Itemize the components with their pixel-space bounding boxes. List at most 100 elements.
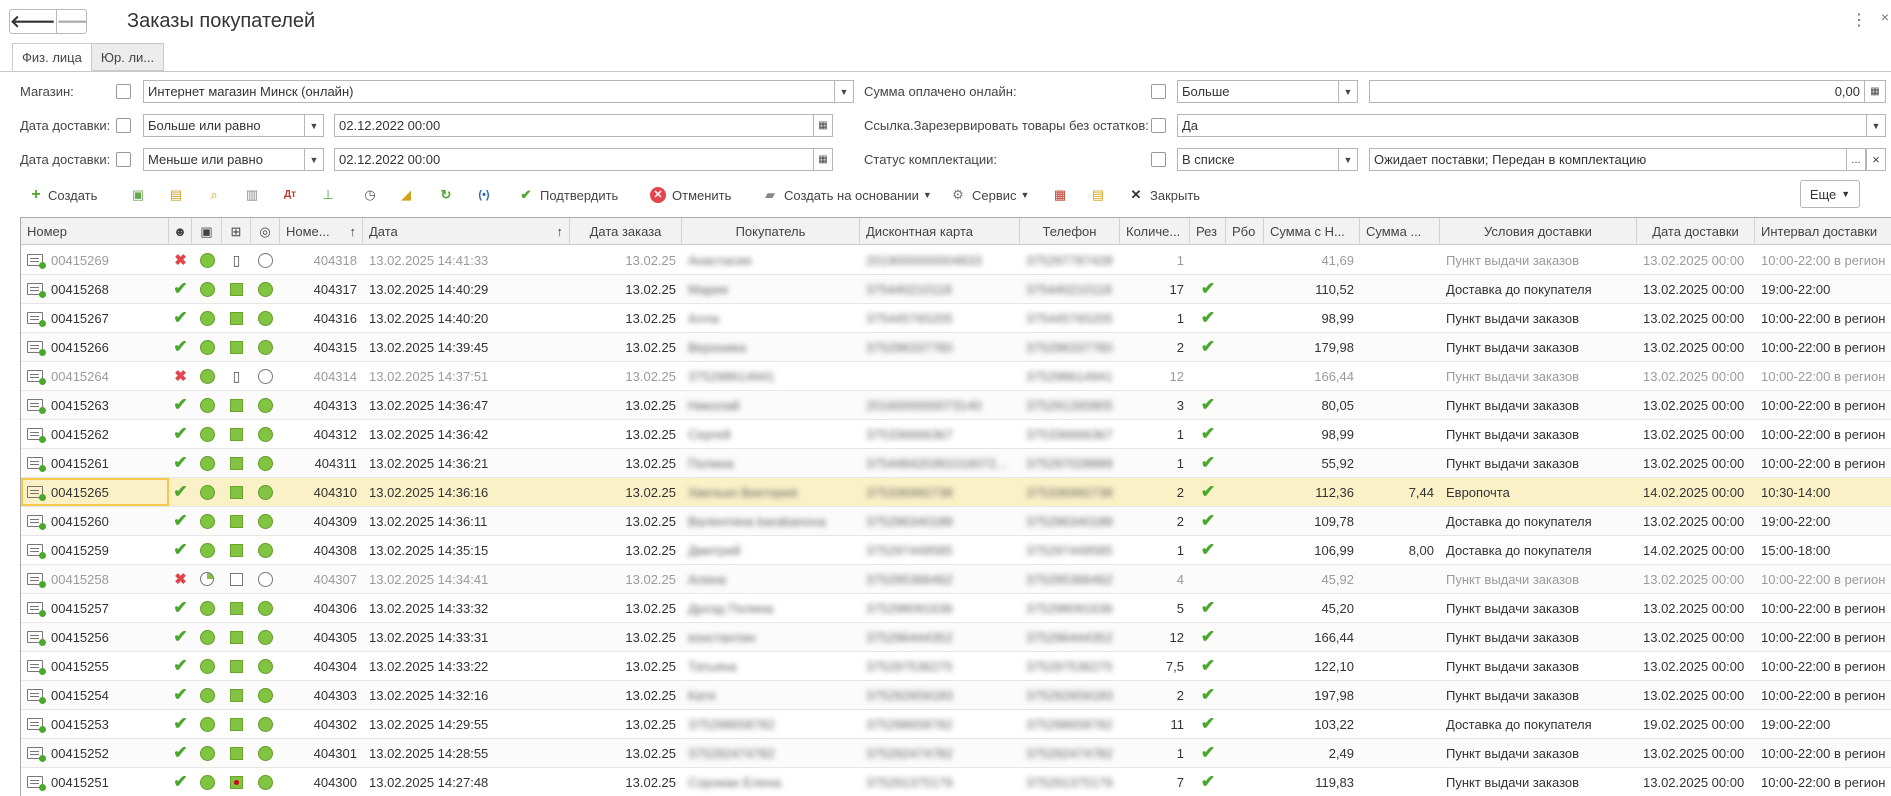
order-number-cell[interactable]: 00415266 bbox=[21, 333, 169, 361]
report-icon[interactable]: ▦ bbox=[1052, 180, 1068, 210]
table-row[interactable]: 00415269 ✖ ▯ 404318 13.02.2025 14:41:33 13.02… bbox=[21, 246, 1891, 275]
filter-status-op[interactable]: В списке bbox=[1177, 148, 1339, 171]
table-row[interactable]: 00415258 ✖ 404307 13.02.2025 14:34:41 13.02.… bbox=[21, 565, 1891, 594]
filter-status-select-button[interactable]: ... bbox=[1846, 148, 1866, 171]
more-actions-icon[interactable]: ⋮ bbox=[1851, 10, 1867, 30]
order-number-cell[interactable]: 00415260 bbox=[21, 507, 169, 535]
col-header-order-date[interactable]: Дата заказа bbox=[570, 218, 682, 245]
confirm-button[interactable]: ✔ Подтвердить bbox=[518, 180, 619, 210]
edit-icon[interactable]: ▤ bbox=[168, 180, 184, 210]
table-row[interactable]: 00415257 ✔ 404306 13.02.2025 14:33:32 13.02.… bbox=[21, 594, 1891, 623]
history-icon[interactable]: ◷ bbox=[362, 180, 378, 210]
table-row[interactable]: 00415263 ✔ 404313 13.02.2025 14:36:47 13.02.… bbox=[21, 391, 1891, 420]
close-button[interactable]: ✕ Закрыть bbox=[1128, 180, 1201, 210]
filter-online-sum-checkbox[interactable] bbox=[1151, 84, 1166, 99]
refresh-icon[interactable]: ↻ bbox=[438, 180, 454, 210]
table-row[interactable]: 00415255 ✔ 404304 13.02.2025 14:33:22 13.02.… bbox=[21, 652, 1891, 681]
filter-online-sum-value[interactable]: 0,00 bbox=[1369, 80, 1865, 103]
print-icon[interactable]: ▥ bbox=[244, 180, 260, 210]
dt-kt-icon[interactable]: Дт bbox=[282, 180, 298, 210]
document-icon[interactable]: ▤ bbox=[1090, 180, 1106, 210]
table-row[interactable]: 00415251 ✔ 404300 13.02.2025 14:27:48 13.02.… bbox=[21, 768, 1891, 796]
service-button[interactable]: ⚙ Сервис ▼ bbox=[950, 180, 1029, 210]
order-number-cell[interactable]: 00415251 bbox=[21, 768, 169, 796]
cancel-button[interactable]: ✕ Отменить bbox=[650, 180, 731, 210]
calculator-icon[interactable]: ▦ bbox=[1864, 80, 1886, 103]
table-row[interactable]: 00415253 ✔ 404302 13.02.2025 14:29:55 13.02.… bbox=[21, 710, 1891, 739]
filter-status-op-dropdown[interactable]: ▼ bbox=[1338, 148, 1358, 171]
exchange-icon[interactable]: (•) bbox=[476, 180, 492, 210]
order-number-cell[interactable]: 00415258 bbox=[21, 565, 169, 593]
filter-store-checkbox[interactable] bbox=[116, 84, 131, 99]
create-based-on-button[interactable]: ▰ Создать на основании ▼ bbox=[762, 180, 932, 210]
calendar-icon[interactable]: ▦ bbox=[813, 114, 833, 137]
col-header-date[interactable]: Дата ↑ bbox=[363, 218, 570, 245]
filter-delivery-date-to-op-dropdown[interactable]: ▼ bbox=[304, 148, 324, 171]
col-header-reserve[interactable]: Рез bbox=[1190, 218, 1226, 245]
filter-reserve-value[interactable]: Да bbox=[1177, 114, 1871, 137]
filter-status-value[interactable]: Ожидает поставки; Передан в комплектацию bbox=[1369, 148, 1847, 171]
col-header-sum2[interactable]: Сумма ... bbox=[1360, 218, 1440, 245]
table-row[interactable]: 00415264 ✖ ▯ 404314 13.02.2025 14:37:51 13.02… bbox=[21, 362, 1891, 391]
filter-store-field[interactable]: Интернет магазин Минск (онлайн) bbox=[143, 80, 835, 103]
create-button[interactable]: + Создать bbox=[28, 180, 97, 210]
order-number-cell[interactable]: 00415252 bbox=[21, 739, 169, 767]
order-number-cell[interactable]: 00415269 bbox=[21, 246, 169, 274]
filter-delivery-date-to-value[interactable]: 02.12.2022 00:00 bbox=[334, 148, 814, 171]
order-number-cell[interactable]: 00415255 bbox=[21, 652, 169, 680]
filter-reserve-checkbox[interactable] bbox=[1151, 118, 1166, 133]
structure-icon[interactable]: ⊥ bbox=[320, 180, 336, 210]
col-header-delivery-conditions[interactable]: Условия доставки bbox=[1440, 218, 1637, 245]
coins-icon[interactable]: ◎ bbox=[251, 218, 280, 245]
col-header-buyer[interactable]: Покупатель bbox=[682, 218, 860, 245]
person-icon[interactable]: ☻ bbox=[169, 218, 192, 245]
filter-store-dropdown[interactable]: ▼ bbox=[834, 80, 854, 103]
col-header-discount-card[interactable]: Дисконтная карта bbox=[860, 218, 1020, 245]
table-row[interactable]: 00415267 ✔ 404316 13.02.2025 14:40:20 13.02.… bbox=[21, 304, 1891, 333]
table-row[interactable]: 00415262 ✔ 404312 13.02.2025 14:36:42 13.02.… bbox=[21, 420, 1891, 449]
filter-status-clear-button[interactable]: × bbox=[1866, 148, 1886, 171]
col-header-rbo[interactable]: Рбо bbox=[1226, 218, 1264, 245]
order-number-cell[interactable]: 00415253 bbox=[21, 710, 169, 738]
order-number-cell[interactable]: 00415261 bbox=[21, 449, 169, 477]
table-row[interactable]: 00415252 ✔ 404301 13.02.2025 14:28:55 13.02.… bbox=[21, 739, 1891, 768]
more-button[interactable]: Еще ▼ bbox=[1800, 180, 1860, 208]
order-number-cell[interactable]: 00415257 bbox=[21, 594, 169, 622]
col-header-number[interactable]: Номер bbox=[21, 218, 169, 245]
filter-delivery-date-from-op[interactable]: Больше или равно bbox=[143, 114, 305, 137]
table-row[interactable]: 00415260 ✔ 404309 13.02.2025 14:36:11 13.02.… bbox=[21, 507, 1891, 536]
table-row[interactable]: 00415266 ✔ 404315 13.02.2025 14:39:45 13.02.… bbox=[21, 333, 1891, 362]
tab-legal-entities[interactable]: Юр. ли... bbox=[90, 43, 165, 71]
col-header-delivery-interval[interactable]: Интервал доставки bbox=[1755, 218, 1891, 245]
table-row[interactable]: 00415259 ✔ 404308 13.02.2025 14:35:15 13.02.… bbox=[21, 536, 1891, 565]
order-number-cell[interactable]: 00415259 bbox=[21, 536, 169, 564]
table-row[interactable]: 00415261 ✔ 404311 13.02.2025 14:36:21 13.02.… bbox=[21, 449, 1891, 478]
cart-icon[interactable]: ⊞ bbox=[222, 218, 251, 245]
filter-delivery-date-from-op-dropdown[interactable]: ▼ bbox=[304, 114, 324, 137]
col-header-sum-vat[interactable]: Сумма с Н... bbox=[1264, 218, 1360, 245]
order-number-cell[interactable]: 00415262 bbox=[21, 420, 169, 448]
order-number-cell[interactable]: 00415256 bbox=[21, 623, 169, 651]
col-header-phone[interactable]: Телефон bbox=[1020, 218, 1120, 245]
clear-filter-icon[interactable]: ◢ bbox=[398, 180, 414, 210]
find-icon[interactable]: ⌕ bbox=[206, 180, 222, 210]
table-row[interactable]: 00415265 ✔ 404310 13.02.2025 14:36:16 13.02.… bbox=[21, 478, 1891, 507]
cash-register-icon[interactable]: ▣ bbox=[192, 218, 222, 245]
col-header-delivery-date[interactable]: Дата доставки bbox=[1637, 218, 1755, 245]
filter-delivery-date-to-checkbox[interactable] bbox=[116, 152, 131, 167]
order-number-cell[interactable]: 00415254 bbox=[21, 681, 169, 709]
order-number-cell[interactable]: 00415264 bbox=[21, 362, 169, 390]
forward-arrow-icon[interactable]: 🡒 bbox=[57, 10, 86, 33]
close-window-icon[interactable]: × bbox=[1881, 9, 1889, 25]
filter-status-checkbox[interactable] bbox=[1151, 152, 1166, 167]
tab-individuals[interactable]: Физ. лица bbox=[12, 43, 92, 71]
table-row[interactable]: 00415268 ✔ 404317 13.02.2025 14:40:29 13.02.… bbox=[21, 275, 1891, 304]
filter-delivery-date-from-checkbox[interactable] bbox=[116, 118, 131, 133]
filter-reserve-dropdown[interactable]: ▼ bbox=[1866, 114, 1886, 137]
col-header-quantity[interactable]: Количе... bbox=[1120, 218, 1190, 245]
table-row[interactable]: 00415256 ✔ 404305 13.02.2025 14:33:31 13.02.… bbox=[21, 623, 1891, 652]
order-number-cell[interactable]: 00415265 bbox=[21, 478, 169, 506]
order-number-cell[interactable]: 00415267 bbox=[21, 304, 169, 332]
filter-delivery-date-to-op[interactable]: Меньше или равно bbox=[143, 148, 305, 171]
back-arrow-icon[interactable]: 🡐 bbox=[10, 10, 57, 33]
